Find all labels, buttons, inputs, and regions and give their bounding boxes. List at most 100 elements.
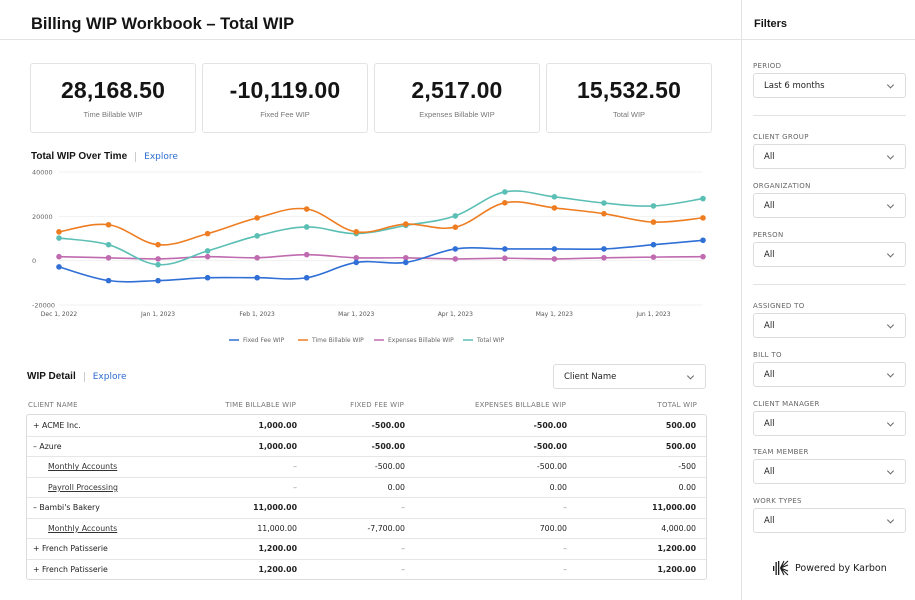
data-point (551, 246, 558, 252)
data-point (254, 254, 260, 261)
cell-expenses-billable: – (563, 544, 567, 554)
group-by-select[interactable]: Client Name (553, 364, 706, 389)
x-tick-label: Jan 1, 2023 (140, 311, 175, 318)
data-point (551, 256, 558, 262)
data-point (204, 274, 211, 281)
kpi-label: Fixed Fee WIP (260, 110, 310, 119)
filter-value: All (764, 200, 775, 211)
table-row-group[interactable]: – Bambi's Bakery 11,000.00 – – 11,000.00 (27, 497, 706, 518)
chevron-down-icon (886, 80, 895, 89)
kpi-card-expenses-billable: 2,517.00 Expenses Billable WIP (374, 63, 540, 133)
chevron-down-icon (886, 320, 895, 329)
data-point (105, 254, 112, 261)
data-point (650, 254, 657, 260)
cell-time-billable: 11,000.00 (253, 503, 297, 513)
powered-by-karbon[interactable]: Powered by Karbon (773, 560, 887, 576)
cell-client-name: + French Patisserie (27, 565, 197, 574)
cell-fixed-fee: 0.00 (387, 482, 405, 492)
column-header-total[interactable]: TOTAL WIP (566, 401, 701, 409)
data-point (452, 246, 459, 252)
kpi-label: Total WIP (612, 110, 646, 119)
client-toggle[interactable]: – Bambi's Bakery (33, 503, 100, 512)
data-point (452, 213, 459, 219)
filter-select-team-member[interactable]: All (753, 459, 906, 484)
table-row-group[interactable]: + French Patisserie 1,200.00 – – 1,200.00 (27, 558, 706, 580)
table-row-work-item[interactable]: Monthly Accounts – -500.00 -500.00 -500 (27, 456, 706, 477)
cell-total: -500 (678, 462, 696, 472)
kpi-label: Time Billable WIP (83, 110, 143, 119)
data-point (254, 274, 260, 281)
x-tick-label: Mar 1, 2023 (338, 311, 374, 318)
sidebar-title: Filters (754, 18, 788, 30)
data-point (601, 200, 607, 206)
group-by-value: Client Name (564, 371, 617, 382)
data-point (155, 277, 161, 284)
data-point (303, 251, 310, 258)
column-header-time-billable[interactable]: TIME BILLABLE WIP (196, 401, 296, 409)
filter-select-period[interactable]: Last 6 months (753, 73, 906, 98)
client-toggle[interactable]: + French Patisserie (33, 565, 108, 574)
table-row-work-item[interactable]: Monthly Accounts 11,000.00 -7,700.00 700.00… (27, 517, 706, 538)
y-tick-label: 0 (32, 257, 36, 265)
cell-expenses-billable: – (563, 503, 567, 513)
filter-label-client-manager: CLIENT MANAGER (753, 400, 820, 408)
y-tick-label: 40000 (32, 169, 53, 177)
data-point (402, 221, 409, 227)
data-point (502, 189, 508, 195)
cell-fixed-fee: -7,700.00 (367, 523, 405, 533)
data-point (601, 254, 607, 261)
data-point (551, 194, 558, 200)
column-header-expenses-billable[interactable]: EXPENSES BILLABLE WIP (404, 401, 566, 409)
client-toggle[interactable]: + French Patisserie (33, 544, 108, 553)
column-header-client-name[interactable]: CLIENT NAME (26, 401, 196, 409)
cell-total: 1,200.00 (657, 564, 696, 574)
detail-explore-link[interactable]: Explore (93, 372, 127, 382)
column-header-fixed-fee[interactable]: FIXED FEE WIP (296, 401, 404, 409)
x-tick-label: Feb 1, 2023 (239, 311, 275, 318)
filter-divider (753, 284, 906, 285)
cell-time-billable: – (293, 462, 297, 472)
filter-select-client-manager[interactable]: All (753, 411, 906, 436)
data-point (700, 237, 706, 244)
table-row-group[interactable]: + ACME Inc. 1,000.00 -500.00 -500.00 500.00 (27, 415, 706, 436)
client-toggle[interactable]: – Azure (33, 442, 62, 451)
cell-expenses-billable: -500.00 (533, 441, 567, 451)
data-point (650, 203, 657, 209)
work-item-link[interactable]: Monthly Accounts (48, 462, 117, 471)
karbon-logo-icon (773, 560, 789, 576)
work-item-link[interactable]: Monthly Accounts (48, 524, 117, 533)
chevron-down-icon (886, 515, 895, 524)
data-point (601, 246, 607, 252)
filter-select-work-types[interactable]: All (753, 508, 906, 533)
filter-select-client-group[interactable]: All (753, 144, 906, 169)
data-point (303, 224, 310, 230)
client-toggle[interactable]: + ACME Inc. (33, 421, 81, 430)
data-point (303, 206, 310, 212)
powered-by-text: Powered by Karbon (795, 562, 887, 574)
work-item-link[interactable]: Payroll Processing (48, 483, 118, 492)
filter-label-bill-to: BILL TO (753, 351, 782, 359)
data-point (502, 200, 508, 206)
filter-divider (753, 115, 906, 116)
data-point (502, 255, 508, 262)
cell-expenses-billable: 0.00 (549, 482, 567, 492)
filter-select-person[interactable]: All (753, 242, 906, 267)
data-point (254, 233, 260, 239)
chart-svg: 40000 20000 0 -20000Dec 1, 2022 Jan 1, 2023 F… (32, 169, 706, 344)
legend-label: Fixed Fee WIP (243, 337, 285, 344)
filter-select-organization[interactable]: All (753, 193, 906, 218)
table-row-work-item[interactable]: Payroll Processing – 0.00 0.00 0.00 (27, 476, 706, 497)
filter-value: All (764, 151, 775, 162)
filter-label-period: PERIOD (753, 62, 782, 70)
cell-fixed-fee: – (401, 564, 405, 574)
filter-select-bill-to[interactable]: All (753, 362, 906, 387)
table-row-group[interactable]: – Azure 1,000.00 -500.00 -500.00 500.00 (27, 435, 706, 457)
cell-total: 0.00 (678, 482, 696, 492)
kpi-card-total: 15,532.50 Total WIP (546, 63, 712, 133)
data-point (105, 221, 112, 228)
filter-select-assigned-to[interactable]: All (753, 313, 906, 338)
filter-value: All (764, 466, 775, 477)
table-row-group[interactable]: + French Patisserie 1,200.00 – – 1,200.00 (27, 538, 706, 559)
kpi-value: 28,168.50 (60, 77, 166, 103)
data-point (204, 248, 211, 254)
